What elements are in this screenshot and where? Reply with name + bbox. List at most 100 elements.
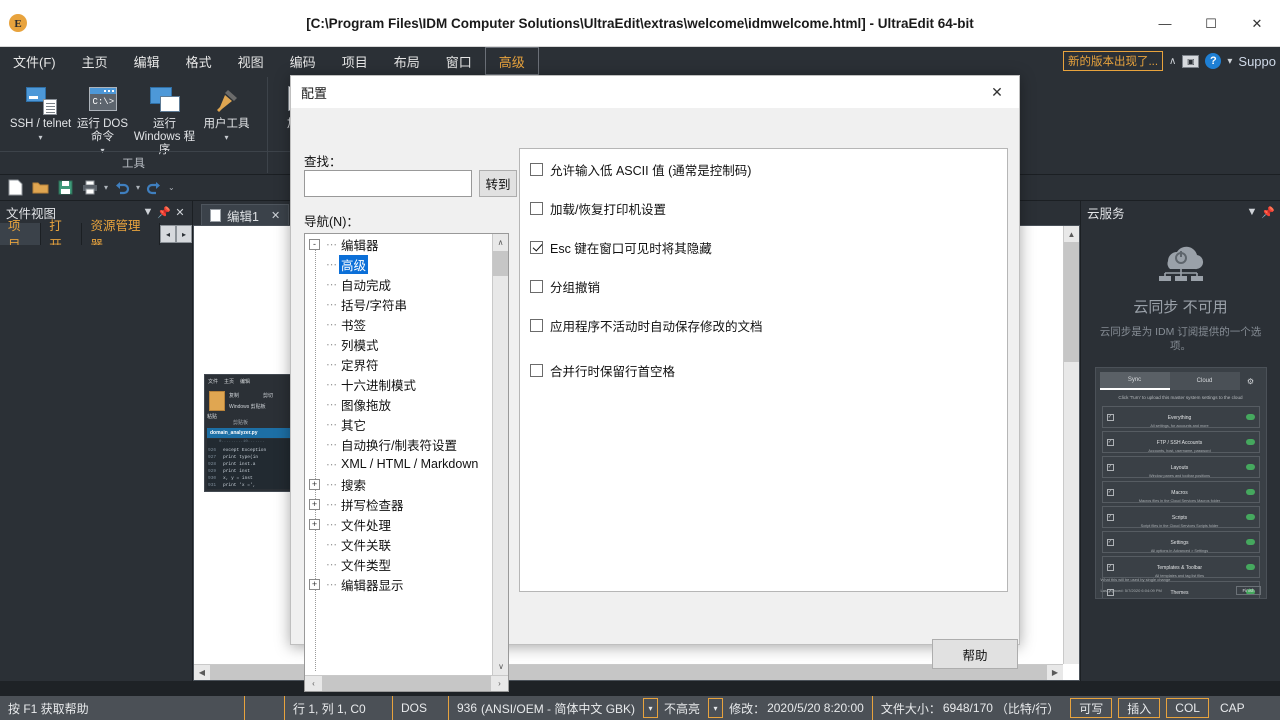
print-dropdown-caret-icon[interactable]: ▾: [104, 183, 108, 192]
chevron-up-icon[interactable]: ∧: [1169, 56, 1176, 67]
menu-edit[interactable]: 编辑: [121, 47, 173, 75]
tree-node-brackets-strings[interactable]: ⋯ 括号/字符串: [305, 294, 492, 314]
tree-scroll-left-button[interactable]: ‹: [305, 676, 322, 691]
file-view-content[interactable]: [0, 245, 192, 681]
tree-node-xml-html-markdown[interactable]: ⋯ XML / HTML / Markdown: [305, 454, 492, 474]
dialog-close-button[interactable]: ✕: [975, 76, 1019, 108]
tree-node-autocomplete[interactable]: ⋯ 自动完成: [305, 274, 492, 294]
tree-node-file-association[interactable]: ⋯ 文件关联: [305, 534, 492, 554]
status-codepage[interactable]: 936: [449, 696, 481, 720]
ribbon-button-run-dos[interactable]: C:\> 运行 DOS 命令 ▾: [72, 81, 134, 157]
option-load-restore-printer[interactable]: 加载/恢复打印机设置: [530, 198, 1007, 218]
cloud-panel-pin-icon[interactable]: 📌: [1260, 206, 1276, 219]
support-link[interactable]: Suppo: [1238, 54, 1276, 69]
help-button[interactable]: 帮助: [932, 639, 1018, 669]
status-encoding[interactable]: (ANSI/OEM - 简体中文 GBK): [481, 696, 643, 720]
tree-scroll-up-button[interactable]: ∧: [493, 234, 508, 251]
expander-plus-icon[interactable]: +: [309, 579, 320, 590]
option-allow-low-ascii[interactable]: 允许输入低 ASCII 值 (通常是控制码): [530, 159, 1007, 179]
tab-open[interactable]: 打开: [41, 223, 82, 245]
checkbox-icon[interactable]: [530, 202, 543, 215]
checkbox-icon[interactable]: [530, 163, 543, 176]
status-writable-button[interactable]: 可写: [1070, 698, 1112, 718]
panel-close-icon[interactable]: ✕: [172, 206, 188, 219]
editor-vertical-scrollbar[interactable]: ▲: [1063, 226, 1079, 664]
tab-scroll-left-button[interactable]: ◂: [160, 225, 176, 243]
menu-advanced[interactable]: 高级: [485, 47, 539, 75]
status-column-mode-button[interactable]: COL: [1166, 698, 1209, 718]
save-icon[interactable]: [54, 178, 76, 198]
tree-vertical-scrollbar[interactable]: ∧ ∨: [492, 234, 508, 675]
tree-node-column-mode[interactable]: ⋯ 列模式: [305, 334, 492, 354]
status-encoding-dropdown-icon[interactable]: ▾: [643, 698, 658, 718]
status-insert-mode-button[interactable]: 插入: [1118, 698, 1160, 718]
undo-icon[interactable]: [111, 178, 133, 198]
ribbon-button-ssh-telnet[interactable]: SSH / telnet ▾: [10, 81, 72, 144]
expander-plus-icon[interactable]: +: [309, 519, 320, 530]
tree-scroll-down-button[interactable]: ∨: [493, 658, 509, 675]
update-available-badge[interactable]: 新的版本出现了...: [1063, 51, 1163, 71]
layout-box-icon[interactable]: ▣: [1182, 55, 1199, 68]
tree-node-search[interactable]: + ⋯ 搜索: [305, 474, 492, 494]
tree-node-delimiters[interactable]: ⋯ 定界符: [305, 354, 492, 374]
help-circle-icon[interactable]: ?: [1205, 53, 1221, 69]
tree-hscroll-thumb[interactable]: [322, 676, 491, 691]
menu-layout[interactable]: 布局: [381, 47, 433, 75]
undo-dropdown-caret-icon[interactable]: ▾: [136, 183, 140, 192]
tree-node-bookmarks[interactable]: ⋯ 书签: [305, 314, 492, 334]
tree-node-hex-mode[interactable]: ⋯ 十六进制模式: [305, 374, 492, 394]
panel-pin-icon[interactable]: 📌: [156, 206, 172, 219]
tree-node-editor-display[interactable]: + ⋯ 编辑器显示: [305, 574, 492, 594]
open-folder-icon[interactable]: [29, 178, 51, 198]
status-line-ending[interactable]: DOS: [393, 696, 449, 720]
status-highlight-mode[interactable]: 不高亮: [658, 696, 708, 720]
tree-node-file-types[interactable]: ⋯ 文件类型: [305, 554, 492, 574]
tree-horizontal-scrollbar[interactable]: ‹ ›: [305, 675, 508, 691]
option-group-undo[interactable]: 分组撤销: [530, 276, 1007, 296]
tree-scroll-right-button[interactable]: ›: [491, 676, 508, 691]
close-button[interactable]: ✕: [1234, 0, 1280, 47]
maximize-button[interactable]: ☐: [1188, 0, 1234, 47]
minimize-button[interactable]: —: [1142, 0, 1188, 47]
ribbon-button-user-tools[interactable]: 用户工具 ▾: [196, 81, 258, 144]
redo-icon[interactable]: [143, 178, 165, 198]
tab-project[interactable]: 项目: [0, 223, 41, 245]
expander-plus-icon[interactable]: +: [309, 479, 320, 490]
expander-plus-icon[interactable]: +: [309, 499, 320, 510]
checkbox-icon[interactable]: [530, 280, 543, 293]
new-file-icon[interactable]: [4, 178, 26, 198]
checkbox-icon[interactable]: [530, 364, 543, 377]
menu-encoding[interactable]: 编码: [277, 47, 329, 75]
option-autosave-on-inactive[interactable]: 应用程序不活动时自动保存修改的文档: [530, 315, 1007, 335]
chevron-down-icon[interactable]: ▾: [224, 131, 228, 144]
tree-node-advanced[interactable]: ⋯ 高级: [305, 254, 492, 274]
ribbon-button-run-windows[interactable]: 运行 Windows 程序: [134, 81, 196, 157]
tree-node-wordwrap-tabs[interactable]: ⋯ 自动换行/制表符设置: [305, 434, 492, 454]
document-tab-close-icon[interactable]: ✕: [271, 209, 280, 222]
scroll-right-icon[interactable]: ▶: [1047, 665, 1063, 680]
tree-node-spell-checker[interactable]: + ⋯ 拼写检查器: [305, 494, 492, 514]
scroll-left-icon[interactable]: ◀: [194, 665, 210, 680]
menu-project[interactable]: 项目: [329, 47, 381, 75]
chevron-down-icon[interactable]: ▾: [38, 131, 42, 144]
menu-view[interactable]: 视图: [225, 47, 277, 75]
print-icon[interactable]: [79, 178, 101, 198]
tree-node-image-drag-drop[interactable]: ⋯ 图像拖放: [305, 394, 492, 414]
navigation-tree[interactable]: - ⋯ 编辑器 ⋯ 高级 ⋯ 自动完成 ⋯ 括号/字符串: [304, 233, 509, 692]
tree-vscroll-thumb[interactable]: [493, 251, 508, 276]
chevron-down-icon[interactable]: ▾: [1227, 56, 1232, 67]
goto-button[interactable]: 转到: [479, 170, 517, 197]
tab-explorer[interactable]: 资源管理器: [82, 223, 160, 245]
checkbox-icon[interactable]: [530, 319, 543, 332]
scroll-up-icon[interactable]: ▲: [1064, 226, 1079, 242]
cloud-panel-dropdown-icon[interactable]: ▼: [1244, 206, 1260, 218]
tree-node-file-handling[interactable]: + ⋯ 文件处理: [305, 514, 492, 534]
status-cursor-position[interactable]: 行 1, 列 1, C0: [285, 696, 393, 720]
tab-scroll-right-button[interactable]: ▸: [176, 225, 192, 243]
option-keep-leading-space-on-join[interactable]: 合并行时保留行首空格: [530, 360, 1007, 380]
status-highlight-dropdown-icon[interactable]: ▾: [708, 698, 723, 718]
tree-node-editor[interactable]: - ⋯ 编辑器: [305, 234, 492, 254]
checkbox-icon[interactable]: [530, 241, 543, 254]
document-tab-edit1[interactable]: 编辑1 ✕: [201, 204, 289, 225]
menu-file[interactable]: 文件(F): [0, 47, 69, 75]
